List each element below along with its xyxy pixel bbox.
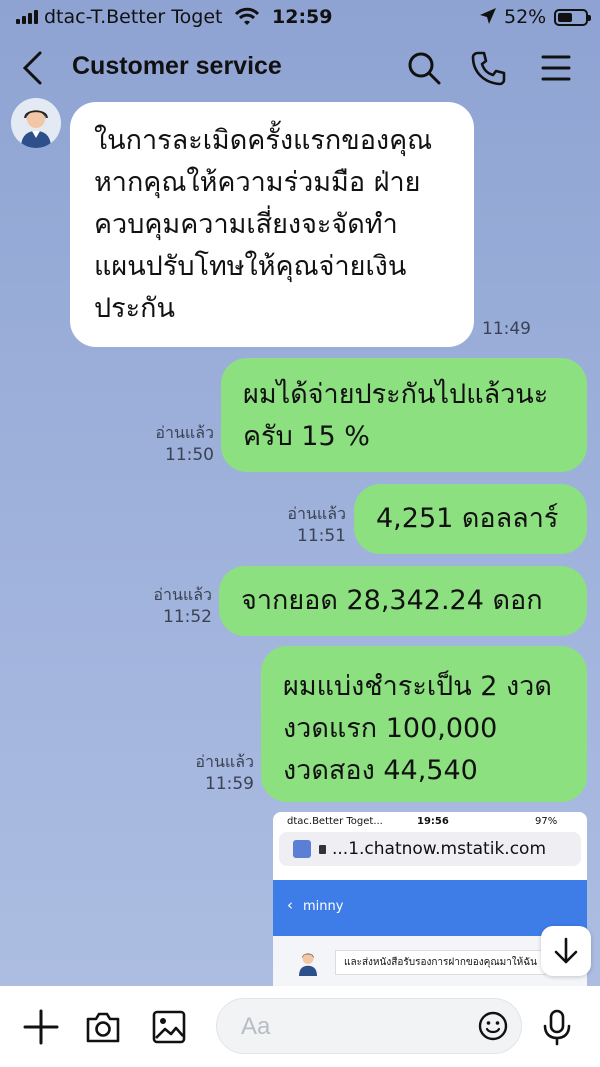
image-message-thumbnail[interactable]: dtac.Better Toget... 19:56 97% ...1.chat… <box>273 812 587 987</box>
back-chevron-icon[interactable] <box>20 50 44 92</box>
plus-icon[interactable] <box>22 1008 60 1046</box>
chat-header: Customer service <box>0 36 600 100</box>
preview-carrier: dtac.Better Toget... <box>287 815 383 827</box>
preview-battery: 97% <box>535 815 558 827</box>
message-meta: อ่านแล้ว 11:59 <box>170 751 254 795</box>
lock-icon <box>319 844 326 854</box>
location-arrow-icon <box>478 6 498 31</box>
message-text: ครับ 15 % <box>243 421 370 452</box>
message-text: จากยอด 28,342.24 ดอก <box>241 585 543 616</box>
preview-url-bar: ...1.chatnow.mstatik.com <box>279 832 581 866</box>
chat-title: Customer service <box>72 52 282 80</box>
message-text: ผมได้จ่ายประกันไปแล้วนะ <box>243 379 549 410</box>
camera-icon[interactable] <box>84 1008 122 1046</box>
message-meta: อ่านแล้ว 11:50 <box>130 422 214 466</box>
preview-back-icon: ‹ <box>287 896 293 914</box>
read-receipt: อ่านแล้ว <box>287 504 346 523</box>
message-input[interactable]: Aa <box>216 998 522 1054</box>
agent-avatar[interactable] <box>11 98 61 148</box>
phone-icon[interactable] <box>470 50 506 86</box>
message-text: งวดแรก 100,000 <box>283 713 498 744</box>
preview-avatar <box>299 953 317 976</box>
translate-icon <box>293 840 311 858</box>
message-text: 4,251 ดอลลาร์ <box>376 503 559 534</box>
preview-status-bar: dtac.Better Toget... 19:56 97% <box>273 812 587 830</box>
message-text: ในการละเมิดครั้งแรกของคุณ <box>94 125 433 156</box>
message-text: หากคุณให้ความร่วมมือ ฝ่าย <box>94 167 421 198</box>
message-meta: อ่านแล้ว 11:52 <box>128 584 212 628</box>
preview-chat-bar: ‹ minny <box>273 880 587 936</box>
incoming-message-bubble[interactable]: ในการละเมิดครั้งแรกของคุณ หากคุณให้ความร… <box>70 102 474 347</box>
clock: 12:59 <box>272 6 333 28</box>
message-time: 11:52 <box>163 607 212 627</box>
message-text: ผมแบ่งชำระเป็น 2 งวด <box>283 671 552 702</box>
outgoing-message-bubble[interactable]: จากยอด 28,342.24 ดอก <box>219 566 587 636</box>
preview-url: ...1.chatnow.mstatik.com <box>332 839 547 859</box>
read-receipt: อ่านแล้ว <box>155 423 214 442</box>
battery-percent: 52% <box>504 6 547 28</box>
preview-time: 19:56 <box>417 815 449 827</box>
menu-icon[interactable] <box>538 50 574 86</box>
read-receipt: อ่านแล้ว <box>195 752 254 771</box>
message-text: ควบคุมความเสี่ยงจะจัดทำ <box>94 209 398 240</box>
preview-chat-name: minny <box>303 899 344 914</box>
message-time: 11:50 <box>165 445 214 465</box>
read-receipt: อ่านแล้ว <box>153 585 212 604</box>
message-text: ประกัน <box>94 293 175 324</box>
outgoing-message-bubble[interactable]: 4,251 ดอลลาร์ <box>354 484 587 554</box>
message-input-placeholder: Aa <box>241 1013 271 1040</box>
preview-message-row: และส่งหนังสือรับรองการฝากของคุณมาให้ฉัน <box>273 936 587 987</box>
message-time: 11:59 <box>205 774 254 794</box>
carrier-name: dtac-T.Better Toget <box>44 6 223 28</box>
outgoing-message-bubble[interactable]: ผมได้จ่ายประกันไปแล้วนะ ครับ 15 % <box>221 358 587 472</box>
scroll-down-button[interactable] <box>541 926 591 976</box>
wifi-icon <box>234 6 260 33</box>
arrow-down-icon <box>554 937 578 964</box>
message-text: งวดสอง 44,540 <box>283 755 478 786</box>
signal-icon <box>16 10 38 24</box>
microphone-icon[interactable] <box>538 1008 576 1046</box>
image-gallery-icon[interactable] <box>150 1008 188 1046</box>
message-text: แผนปรับโทษให้คุณจ่ายเงิน <box>94 251 407 282</box>
message-meta: 11:49 <box>482 318 542 340</box>
outgoing-message-bubble[interactable]: ผมแบ่งชำระเป็น 2 งวด งวดแรก 100,000 งวดส… <box>261 646 587 802</box>
status-bar: dtac-T.Better Toget 12:59 52% <box>0 0 600 36</box>
message-time: 11:51 <box>297 526 346 546</box>
preview-message-text: และส่งหนังสือรับรองการฝากของคุณมาให้ฉัน <box>335 950 546 975</box>
search-icon[interactable] <box>406 50 442 86</box>
emoji-icon[interactable] <box>477 1010 509 1046</box>
message-time: 11:49 <box>482 319 531 339</box>
message-meta: อ่านแล้ว 11:51 <box>264 503 346 547</box>
battery-icon <box>554 9 591 26</box>
